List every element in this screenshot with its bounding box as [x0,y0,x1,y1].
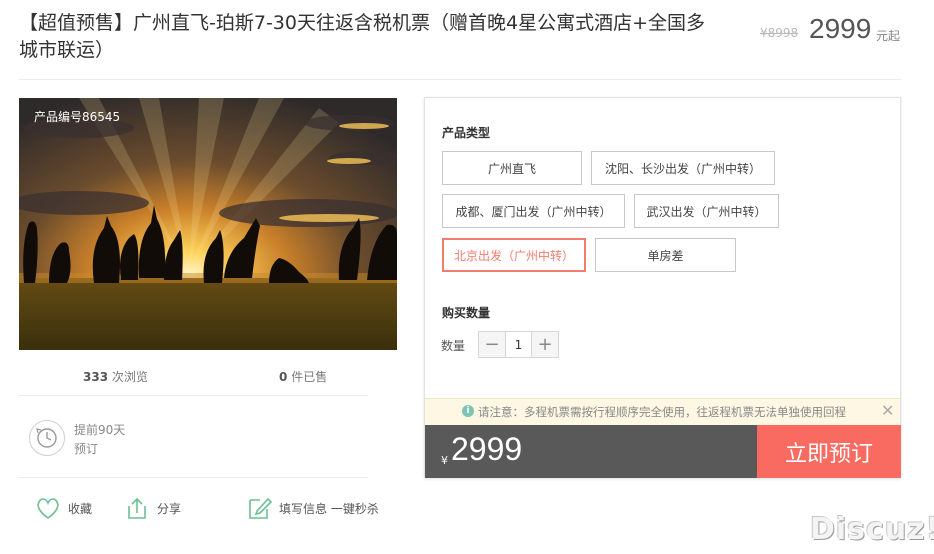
views-label: 次浏览 [111,370,148,384]
divider [19,395,368,396]
sold-stat: 0 件已售 [279,368,327,385]
advance-booking-label: 预订 [74,442,99,456]
share-icon [123,494,151,522]
heart-icon [34,494,62,522]
divider [19,79,901,80]
quantity-label: 数量 [441,339,466,353]
edit-icon [245,494,273,522]
share-button[interactable]: 分享 [123,493,181,523]
option-shenyang-changsha[interactable]: 沈阳、长沙出发（广州中转） [591,151,775,185]
option-wuhan[interactable]: 武汉出发（广州中转） [634,194,779,228]
quantity-section-label: 购买数量 [442,306,491,320]
favorite-button[interactable]: 收藏 [34,493,92,523]
page-title: 【超值预售】广州直飞-珀斯7-30天往返含税机票（赠首晚4星公寓式酒店+全国多城… [19,12,705,61]
views-stat: 333 次浏览 [83,368,148,385]
notice-text: 请注意：多程机票需按行程顺序完全使用，往返程机票无法单独使用回程 [478,405,846,419]
option-beijing[interactable]: 北京出发（广州中转） [442,238,586,272]
product-number: 产品编号86545 [34,110,121,124]
quantity-value[interactable]: 1 [505,332,532,357]
price-unit: 元起 [876,29,901,43]
sold-label: 件已售 [291,370,328,384]
book-now-button[interactable]: 立即预订 [757,425,901,478]
option-guangzhou-direct[interactable]: 广州直飞 [442,151,582,185]
option-chengdu-xiamen[interactable]: 成都、厦门出发（广州中转） [442,194,625,228]
close-icon[interactable]: ✕ [881,401,894,420]
favorite-label: 收藏 [68,501,93,516]
original-price: ¥8998 [760,26,799,40]
share-label: 分享 [157,501,182,516]
quantity-stepper: − 1 + [478,331,559,358]
currency-symbol: ¥ [441,454,448,467]
info-icon: i [462,405,474,417]
quantity-increase-button[interactable]: + [532,332,558,357]
quantity-decrease-button[interactable]: − [479,332,505,357]
option-single-room-supplement[interactable]: 单房差 [595,238,736,272]
price: 2999 [809,13,872,44]
product-photo [19,98,397,350]
fill-info-button[interactable]: 填写信息 一键秒杀 [245,493,379,523]
total-price: 2999 [451,431,523,467]
views-count: 333 [83,370,109,384]
fill-info-label: 填写信息 一键秒杀 [279,501,379,516]
clock-icon [29,420,65,456]
sold-count: 0 [279,370,288,384]
divider [19,477,368,478]
advance-days: 提前90天 [74,423,126,437]
watermark: Discuz! [810,512,934,547]
product-type-label: 产品类型 [442,126,491,140]
